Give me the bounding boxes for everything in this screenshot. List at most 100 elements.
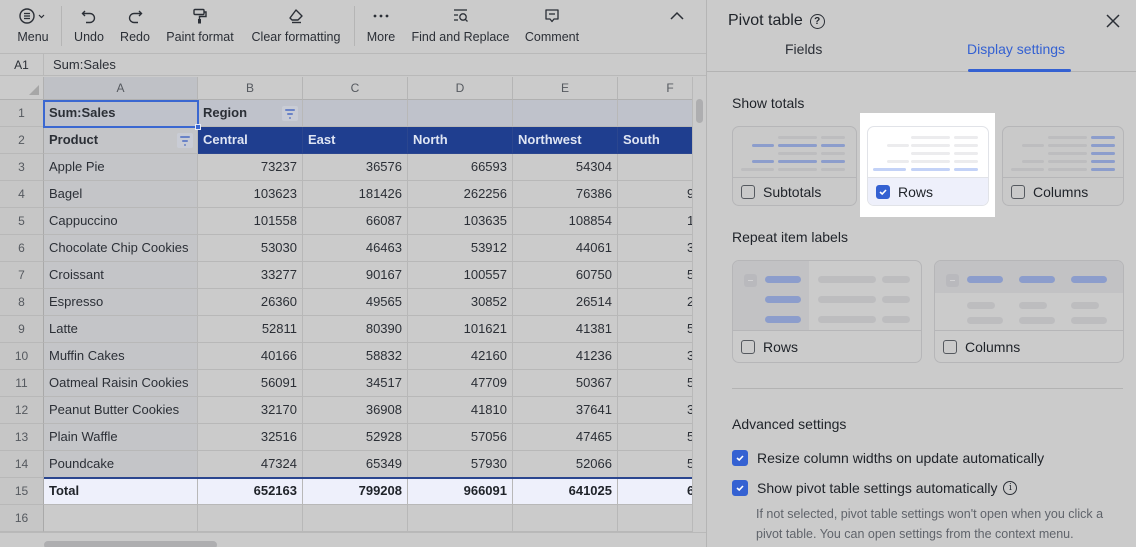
product-cell[interactable]: Bagel — [44, 181, 198, 208]
value-cell[interactable]: 53030 — [198, 235, 303, 262]
value-cell[interactable]: 52811 — [198, 316, 303, 343]
value-cell[interactable]: 49565 — [303, 289, 408, 316]
value-cell[interactable]: 181426 — [303, 181, 408, 208]
value-cell[interactable]: 101558 — [198, 208, 303, 235]
vertical-scroll-thumb[interactable] — [696, 99, 703, 123]
rows-total-checkbox-row[interactable]: Rows — [868, 178, 988, 205]
columns-total-option-card[interactable]: Columns — [1002, 126, 1124, 206]
help-icon[interactable]: ? — [809, 13, 825, 29]
total-value-cell[interactable]: 641025 — [513, 478, 618, 505]
clear-formatting-button[interactable]: Clear formatting — [250, 6, 342, 50]
region-header-cell[interactable]: Northwest — [513, 127, 618, 154]
value-cell[interactable]: 51 — [618, 451, 692, 478]
row-header-12[interactable]: 12 — [0, 397, 44, 424]
repeat-rows-checkbox[interactable] — [741, 339, 755, 354]
total-value-cell[interactable]: 799208 — [303, 478, 408, 505]
value-cell[interactable]: 103635 — [408, 208, 513, 235]
tab-display-settings[interactable]: Display settings — [967, 41, 1065, 57]
row-header-1[interactable]: 1 — [0, 100, 44, 127]
value-cell[interactable]: 54304 — [513, 154, 618, 181]
value-cell[interactable]: 55 — [618, 262, 692, 289]
horizontal-scrollbar[interactable] — [0, 532, 706, 547]
show-settings-option[interactable]: Show pivot table settings automatically … — [732, 480, 1018, 496]
product-cell[interactable]: Apple Pie — [44, 154, 198, 181]
value-cell[interactable]: 44061 — [513, 235, 618, 262]
value-cell[interactable]: 34517 — [303, 370, 408, 397]
value-cell[interactable]: 30 — [618, 397, 692, 424]
empty-cell[interactable] — [303, 505, 408, 532]
row-field-cell[interactable]: Product — [44, 127, 198, 154]
value-cell[interactable]: 30852 — [408, 289, 513, 316]
columns-total-checkbox-row[interactable]: Columns — [1003, 178, 1123, 205]
menu-button[interactable]: Menu — [14, 6, 52, 50]
value-cell[interactable]: 52 — [618, 424, 692, 451]
row-header-13[interactable]: 13 — [0, 424, 44, 451]
more-button[interactable]: More — [366, 6, 396, 50]
column-header-b[interactable]: B — [198, 77, 303, 100]
paint-format-button[interactable]: Paint format — [165, 6, 235, 50]
value-cell[interactable]: 26 — [618, 289, 692, 316]
close-panel-button[interactable] — [1104, 12, 1122, 30]
value-cell[interactable]: 41381 — [513, 316, 618, 343]
value-cell[interactable]: 33277 — [198, 262, 303, 289]
row-header-9[interactable]: 9 — [0, 316, 44, 343]
value-cell[interactable]: 51 — [618, 370, 692, 397]
rows-total-option-card[interactable]: Rows — [867, 126, 989, 206]
total-label-cell[interactable]: Total — [44, 478, 198, 505]
region-header-cell[interactable]: South — [618, 127, 692, 154]
select-all-corner[interactable] — [0, 77, 44, 100]
show-settings-checkbox[interactable] — [732, 480, 748, 496]
value-cell[interactable]: 108854 — [513, 208, 618, 235]
value-cell[interactable]: 38 — [618, 343, 692, 370]
region-header-cell[interactable]: Central — [198, 127, 303, 154]
value-field-cell[interactable]: Sum:Sales — [44, 100, 198, 127]
product-cell[interactable]: Peanut Butter Cookies — [44, 397, 198, 424]
spreadsheet-grid[interactable]: A B C D E F 1 2 3 4 5 6 7 8 9 10 11 12 13 14 15 16 Sum:Sales Re… — [0, 77, 692, 532]
value-cell[interactable]: 6 — [618, 154, 692, 181]
column-header-d[interactable]: D — [408, 77, 513, 100]
cell-reference[interactable]: A1 — [0, 54, 44, 76]
repeat-columns-checkbox-row[interactable]: Columns — [935, 330, 1123, 362]
product-cell[interactable]: Croissant — [44, 262, 198, 289]
empty-cell[interactable] — [513, 100, 618, 127]
column-field-cell[interactable]: Region — [198, 100, 303, 127]
repeat-columns-option-card[interactable]: Columns — [934, 260, 1124, 363]
horizontal-scroll-thumb[interactable] — [44, 541, 217, 547]
vertical-scrollbar[interactable] — [692, 77, 706, 532]
row-header-2[interactable]: 2 — [0, 127, 44, 154]
value-cell[interactable]: 37641 — [513, 397, 618, 424]
filter-icon[interactable] — [177, 133, 193, 148]
value-cell[interactable]: 100557 — [408, 262, 513, 289]
product-cell[interactable]: Poundcake — [44, 451, 198, 478]
value-cell[interactable]: 262256 — [408, 181, 513, 208]
find-replace-button[interactable]: Find and Replace — [412, 6, 510, 50]
value-cell[interactable]: 26514 — [513, 289, 618, 316]
value-cell[interactable]: 36576 — [303, 154, 408, 181]
tab-fields[interactable]: Fields — [785, 41, 822, 57]
value-cell[interactable]: 58832 — [303, 343, 408, 370]
empty-cell[interactable] — [303, 100, 408, 127]
value-cell[interactable]: 76386 — [513, 181, 618, 208]
empty-cell[interactable] — [408, 100, 513, 127]
value-cell[interactable]: 46463 — [303, 235, 408, 262]
total-value-cell[interactable]: 652163 — [198, 478, 303, 505]
product-cell[interactable]: Cappuccino — [44, 208, 198, 235]
column-header-a[interactable]: A — [44, 77, 198, 100]
row-header-3[interactable]: 3 — [0, 154, 44, 181]
empty-cell[interactable] — [618, 505, 692, 532]
subtotals-checkbox[interactable] — [741, 184, 755, 199]
value-cell[interactable]: 41236 — [513, 343, 618, 370]
value-cell[interactable]: 42160 — [408, 343, 513, 370]
row-header-15[interactable]: 15 — [0, 478, 44, 505]
row-header-5[interactable]: 5 — [0, 208, 44, 235]
empty-cell[interactable] — [44, 505, 198, 532]
row-header-7[interactable]: 7 — [0, 262, 44, 289]
product-cell[interactable]: Latte — [44, 316, 198, 343]
value-cell[interactable]: 47465 — [513, 424, 618, 451]
product-cell[interactable]: Espresso — [44, 289, 198, 316]
row-header-11[interactable]: 11 — [0, 370, 44, 397]
row-header-16[interactable]: 16 — [0, 505, 44, 532]
value-cell[interactable]: 32170 — [198, 397, 303, 424]
repeat-rows-option-card[interactable]: Rows — [732, 260, 922, 363]
empty-cell[interactable] — [513, 505, 618, 532]
